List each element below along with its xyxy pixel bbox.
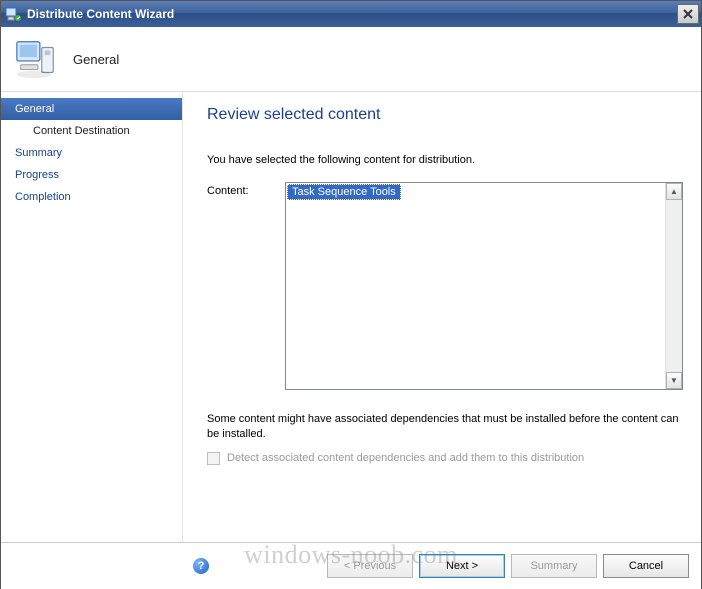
app-icon [5,6,21,22]
summary-button: Summary [511,554,597,578]
wizard-sidebar: General Content Destination Summary Prog… [1,92,183,542]
titlebar: Distribute Content Wizard [1,1,701,27]
help-icon[interactable]: ? [193,558,209,574]
sidebar-item-label: Progress [15,169,59,181]
dependency-checkbox-label: Detect associated content dependencies a… [227,452,584,464]
close-button[interactable] [677,4,699,24]
content-row: Content: Task Sequence Tools ▲ ▼ [207,182,683,390]
wizard-body: General Content Destination Summary Prog… [1,92,701,542]
footer-buttons: < Previous Next > Summary Cancel [327,554,689,578]
list-item[interactable]: Task Sequence Tools [287,184,401,200]
sidebar-item-label: General [15,103,54,115]
dependency-note: Some content might have associated depen… [207,412,683,442]
scroll-up-button[interactable]: ▲ [666,183,682,200]
sidebar-item-completion[interactable]: Completion [1,186,182,208]
button-label: < Previous [344,560,396,572]
intro-text: You have selected the following content … [207,154,683,166]
listbox-inner: Task Sequence Tools [287,184,664,388]
sidebar-item-progress[interactable]: Progress [1,164,182,186]
scrollbar-vertical[interactable]: ▲ ▼ [665,183,682,389]
cancel-button[interactable]: Cancel [603,554,689,578]
button-label: Cancel [629,560,663,572]
sidebar-item-label: Completion [15,191,71,203]
sidebar-item-label: Content Destination [33,125,130,137]
wizard-header: General [1,27,701,92]
button-label: Next > [446,560,478,572]
wizard-footer: ? < Previous Next > Summary Cancel [1,542,701,589]
button-label: Summary [530,560,577,572]
sidebar-item-content-destination[interactable]: Content Destination [1,120,182,142]
sidebar-item-label: Summary [15,147,62,159]
sidebar-item-general[interactable]: General [1,98,182,120]
wizard-header-icon [13,36,59,82]
window-title: Distribute Content Wizard [27,7,677,21]
content-label: Content: [207,182,285,390]
page-title: Review selected content [207,106,683,124]
sidebar-item-summary[interactable]: Summary [1,142,182,164]
dependency-checkbox [207,452,220,465]
content-listbox[interactable]: Task Sequence Tools ▲ ▼ [285,182,683,390]
dependency-checkbox-row: Detect associated content dependencies a… [207,452,683,465]
previous-button: < Previous [327,554,413,578]
wizard-main: Review selected content You have selecte… [183,92,701,542]
wizard-header-title: General [73,52,119,67]
next-button[interactable]: Next > [419,554,505,578]
scroll-down-button[interactable]: ▼ [666,372,682,389]
